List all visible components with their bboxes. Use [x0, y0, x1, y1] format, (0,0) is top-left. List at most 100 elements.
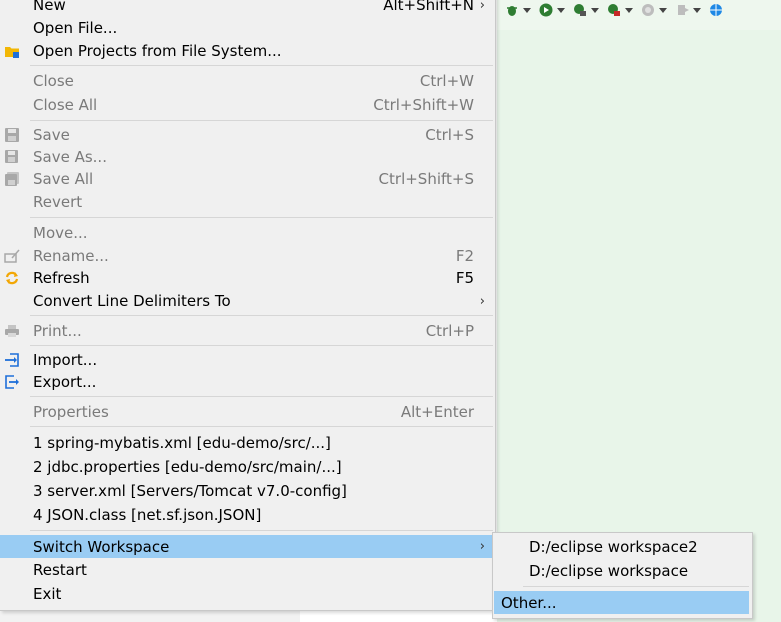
menu-item-new[interactable]: New Alt+Shift+N ›	[0, 0, 495, 16]
import-icon	[4, 352, 20, 368]
stop-icon[interactable]	[641, 3, 655, 17]
menu-item-label: Export...	[33, 373, 97, 391]
menu-item-export[interactable]: Export...	[0, 371, 495, 393]
menu-item-close-all[interactable]: Close All Ctrl+Shift+W	[0, 94, 495, 116]
run-external-icon[interactable]	[573, 3, 587, 17]
export-icon	[4, 374, 20, 390]
menu-item-properties[interactable]: Properties Alt+Enter	[0, 401, 495, 423]
recent-file-4[interactable]: 4 JSON.class [net.sf.json.JSON]	[0, 504, 495, 526]
workspace-item-other[interactable]: Other...	[494, 591, 749, 614]
external-tool-icon[interactable]	[675, 3, 689, 17]
menu-separator	[30, 65, 493, 66]
menu-item-switch-workspace[interactable]: Switch Workspace ›	[0, 535, 495, 558]
menu-item-accelerator: Ctrl+Shift+S	[378, 170, 474, 188]
menu-item-refresh[interactable]: Refresh F5	[0, 267, 495, 289]
menu-item-label: Revert	[33, 193, 83, 211]
menu-item-save[interactable]: Save Ctrl+S	[0, 124, 495, 146]
recent-file-1[interactable]: 1 spring-mybatis.xml [edu-demo/src/...]	[0, 432, 495, 454]
save-icon	[4, 127, 20, 143]
menu-item-label: Save	[33, 126, 70, 144]
menu-item-accelerator: Ctrl+Shift+W	[373, 96, 474, 114]
external-tool-dropdown-icon[interactable]	[693, 7, 701, 13]
print-icon	[4, 323, 20, 339]
submenu-arrow-icon: ›	[479, 0, 485, 13]
menu-separator	[30, 396, 493, 397]
switch-workspace-submenu: D:/eclipse workspace2 D:/eclipse workspa…	[492, 532, 753, 619]
menu-item-print[interactable]: Print... Ctrl+P	[0, 320, 495, 342]
menu-item-accelerator: Alt+Enter	[400, 403, 474, 421]
run-external-dropdown-icon[interactable]	[591, 7, 599, 13]
menu-item-label: Save As...	[33, 148, 107, 166]
menu-item-label: Open Projects from File System...	[33, 42, 282, 60]
menu-item-accelerator: F5	[455, 269, 474, 287]
menu-item-label: Switch Workspace	[33, 537, 170, 556]
menu-item-accelerator: Ctrl+S	[425, 126, 474, 144]
recent-file-3[interactable]: 3 server.xml [Servers/Tomcat v7.0-config…	[0, 480, 495, 502]
save-all-icon	[4, 171, 20, 187]
workspace-item-2[interactable]: D:/eclipse workspace	[494, 560, 749, 582]
run-icon[interactable]	[539, 3, 553, 17]
menu-item-save-as[interactable]: Save As...	[0, 146, 495, 168]
menu-item-label: Move...	[33, 224, 88, 242]
debug-icon[interactable]	[505, 3, 519, 17]
menu-item-save-all[interactable]: Save All Ctrl+Shift+S	[0, 168, 495, 190]
file-menu: New Alt+Shift+N › Open File... Open Proj…	[0, 0, 496, 611]
stop-dropdown-icon[interactable]	[659, 7, 667, 13]
menu-item-revert[interactable]: Revert	[0, 191, 495, 213]
menu-separator	[30, 217, 493, 218]
coverage-icon[interactable]	[607, 3, 621, 17]
menu-item-label: 3 server.xml [Servers/Tomcat v7.0-config…	[33, 482, 347, 500]
globe-icon[interactable]	[709, 3, 723, 17]
menu-item-label: Save All	[33, 170, 94, 188]
menu-item-restart[interactable]: Restart	[0, 559, 495, 581]
workspace-item-label: D:/eclipse workspace	[529, 562, 689, 580]
menu-item-label: Exit	[33, 585, 62, 603]
menu-item-label: Convert Line Delimiters To	[33, 292, 231, 310]
menu-item-label: Refresh	[33, 269, 90, 287]
main-toolbar	[497, 0, 781, 20]
save-as-icon	[4, 149, 20, 165]
run-dropdown-icon[interactable]	[557, 7, 565, 13]
coverage-dropdown-icon[interactable]	[625, 7, 633, 13]
recent-file-2[interactable]: 2 jdbc.properties [edu-demo/src/main/...…	[0, 456, 495, 478]
submenu-separator	[523, 586, 749, 587]
menu-item-label: 1 spring-mybatis.xml [edu-demo/src/...]	[33, 434, 331, 452]
menu-separator	[30, 120, 493, 121]
menu-item-rename[interactable]: Rename... F2	[0, 245, 495, 267]
menu-item-label: Open File...	[33, 19, 118, 37]
menu-item-exit[interactable]: Exit	[0, 583, 495, 605]
submenu-arrow-icon: ›	[479, 293, 485, 309]
folder-icon	[4, 43, 20, 59]
menu-separator	[30, 426, 493, 427]
menu-item-accelerator: Ctrl+W	[419, 72, 474, 90]
menu-item-accelerator: F2	[455, 247, 474, 265]
menu-item-label: Restart	[33, 561, 87, 579]
menu-item-label: New	[33, 0, 66, 14]
menu-item-label: Print...	[33, 322, 82, 340]
menu-item-accelerator: Ctrl+P	[425, 322, 474, 340]
debug-dropdown-icon[interactable]	[523, 7, 531, 13]
menu-item-label: Rename...	[33, 247, 109, 265]
menu-item-label: Import...	[33, 351, 98, 369]
submenu-arrow-icon: ›	[479, 539, 485, 554]
menu-item-import[interactable]: Import...	[0, 349, 495, 371]
menu-item-label: Properties	[33, 403, 109, 421]
menu-item-label: 2 jdbc.properties [edu-demo/src/main/...…	[33, 458, 342, 476]
menu-item-label: Close All	[33, 96, 98, 114]
menu-item-open-projects[interactable]: Open Projects from File System...	[0, 40, 495, 62]
workspace-item-1[interactable]: D:/eclipse workspace2	[494, 536, 749, 558]
workspace-item-label: D:/eclipse workspace2	[529, 538, 698, 556]
menu-item-open-file[interactable]: Open File...	[0, 17, 495, 39]
menu-item-move[interactable]: Move...	[0, 222, 495, 244]
menu-separator	[30, 315, 493, 316]
menu-item-label: 4 JSON.class [net.sf.json.JSON]	[33, 506, 262, 524]
menu-item-close[interactable]: Close Ctrl+W	[0, 70, 495, 92]
menu-item-convert-line-delimiters[interactable]: Convert Line Delimiters To ›	[0, 290, 495, 312]
menu-item-accelerator: Alt+Shift+N	[383, 0, 474, 14]
rename-icon	[4, 248, 20, 264]
menu-separator	[30, 530, 493, 531]
refresh-icon	[4, 270, 20, 286]
menu-item-label: Close	[33, 72, 74, 90]
workspace-item-label: Other...	[501, 593, 557, 612]
menu-separator	[30, 345, 493, 346]
